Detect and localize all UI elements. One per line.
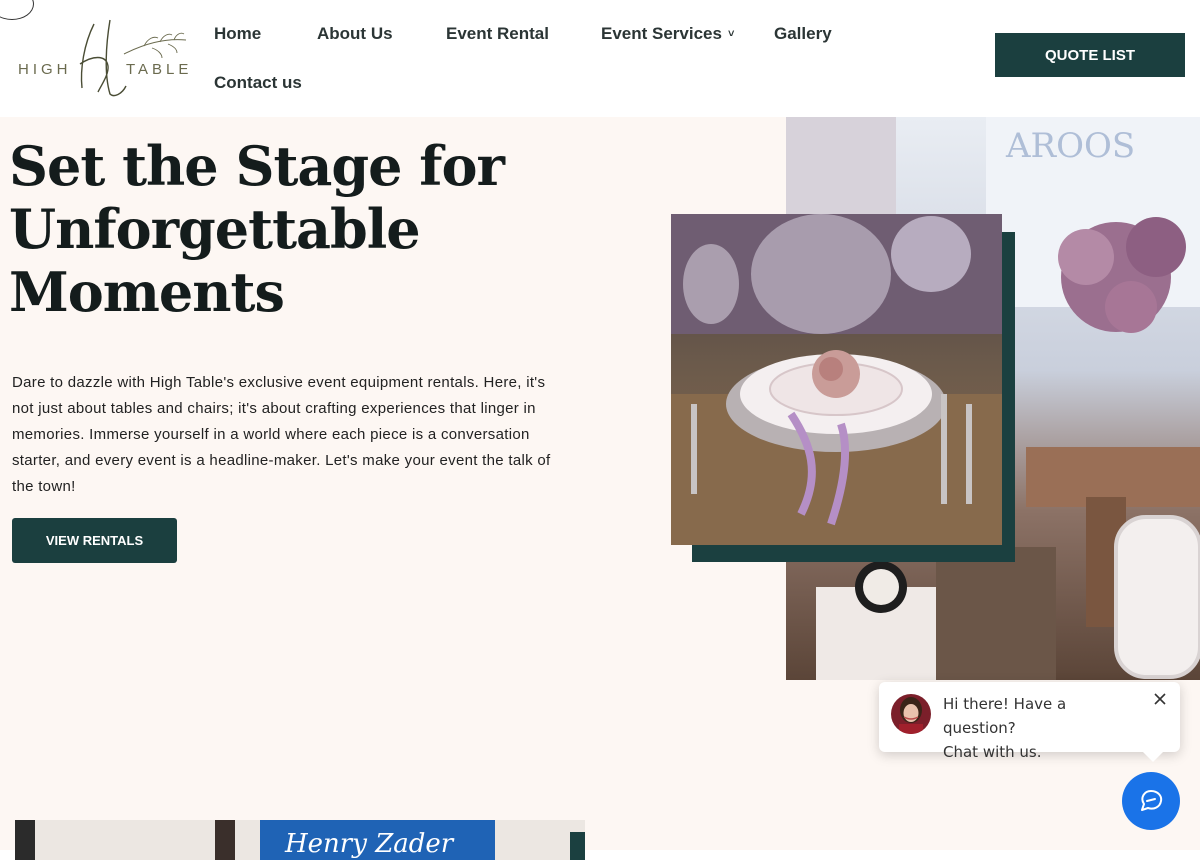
hero-title-line-3: Moments <box>9 260 285 324</box>
agent-avatar <box>891 694 931 734</box>
logo-text-left: HIGH <box>18 61 72 78</box>
nav-event-services[interactable]: Event Services ˅ <box>601 24 734 44</box>
logo[interactable]: HIGH TABLE <box>14 14 194 100</box>
main-nav: Home About Us Event Rental Event Service… <box>214 20 914 110</box>
hero-title-line-2: Unforgettable <box>9 197 421 261</box>
site-header: HIGH TABLE Home About Us Event Rental Ev… <box>0 0 1200 117</box>
chat-icon <box>1141 790 1163 811</box>
chat-greeting-text: Hi there! Have a question? Chat with us. <box>943 692 1143 764</box>
nav-event-rental[interactable]: Event Rental <box>446 24 549 44</box>
nav-gallery[interactable]: Gallery <box>774 24 832 44</box>
chat-line-1: Hi there! Have a question? <box>943 695 1067 737</box>
view-rentals-button[interactable]: VIEW RENTALS <box>12 518 177 563</box>
nav-event-services-label: Event Services <box>601 24 722 43</box>
quote-list-button[interactable]: QUOTE LIST <box>995 33 1185 77</box>
secondary-event-photo: Henry Zader <box>15 820 585 860</box>
nav-contact-us[interactable]: Contact us <box>214 73 302 93</box>
chat-line-2: Chat with us. <box>943 743 1042 761</box>
nav-home[interactable]: Home <box>214 24 261 44</box>
hero-description: Dare to dazzle with High Table's exclusi… <box>12 374 551 495</box>
logo-text-right: TABLE <box>126 61 192 78</box>
logo-graphic: HIGH TABLE <box>18 19 192 97</box>
nav-about-us[interactable]: About Us <box>317 24 393 44</box>
hero-title-line-1: Set the Stage for <box>9 134 505 198</box>
chat-launcher-button[interactable] <box>1122 772 1180 830</box>
hero-title: Set the Stage for Unforgettable Moments <box>9 135 529 324</box>
place-setting-photo <box>671 214 1002 545</box>
chat-greeting-bubble[interactable]: Hi there! Have a question? Chat with us. <box>879 682 1180 762</box>
close-icon[interactable] <box>1151 690 1169 708</box>
chevron-down-icon: ˅ <box>727 28 735 40</box>
svg-text:AROOS: AROOS <box>1005 126 1135 166</box>
svg-text:Henry Zader: Henry Zader <box>284 829 455 859</box>
